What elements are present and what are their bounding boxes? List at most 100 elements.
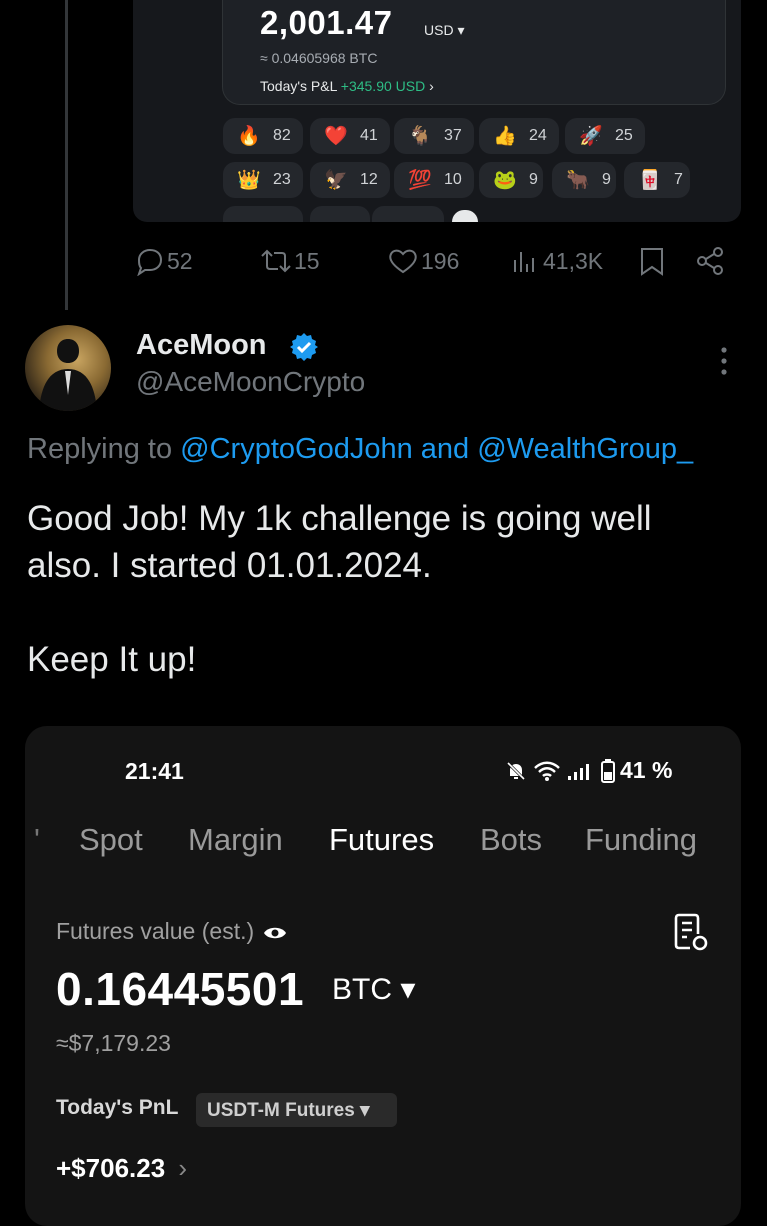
reaction-count: 23 — [273, 171, 291, 188]
reaction-count: 10 — [444, 171, 462, 188]
reply-icon — [137, 248, 163, 276]
avatar[interactable] — [25, 325, 111, 411]
reaction-chip-partial — [372, 206, 444, 222]
repost-icon — [261, 249, 291, 273]
thread-line — [65, 0, 68, 310]
replying-to: Replying to @CryptoGodJohn and @WealthGr… — [27, 433, 693, 466]
quoted-pnl-value: +345.90 USD — [340, 78, 426, 94]
bookmark-button[interactable] — [638, 246, 666, 276]
signal-icon — [568, 763, 589, 780]
tab-margin[interactable]: Margin — [188, 822, 283, 858]
reaction-chip[interactable]: 🐸 9 — [479, 162, 543, 198]
repost-count: 15 — [294, 247, 320, 274]
tweet-text-line: also. I started 01.01.2024. — [27, 546, 432, 585]
records-icon[interactable] — [672, 912, 710, 952]
share-button[interactable] — [694, 246, 726, 276]
quoted-pnl-row: Today's P&L +345.90 USD › — [260, 78, 434, 94]
repost-button[interactable]: 15 — [258, 246, 320, 276]
reaction-chip[interactable]: 🔥 82 — [223, 118, 303, 154]
reaction-count: 9 — [529, 171, 538, 188]
futures-unit-selector[interactable]: BTC ▾ — [332, 972, 415, 1007]
hundred-icon: 💯 — [408, 170, 432, 191]
replying-and: and — [412, 433, 478, 465]
like-button[interactable]: 196 — [387, 246, 459, 276]
quoted-balance-btc: ≈ 0.04605968 BTC — [260, 50, 378, 66]
reaction-count: 9 — [602, 171, 611, 188]
frog-icon: 🐸 — [493, 170, 517, 191]
share-icon — [697, 247, 723, 275]
reaction-chip[interactable]: 🚀 25 — [565, 118, 645, 154]
fire-icon: 🔥 — [237, 126, 261, 147]
views-icon — [514, 252, 534, 272]
thumbs-up-icon: 👍 — [493, 126, 517, 147]
heart-outline-icon — [389, 249, 417, 274]
pnl-value[interactable]: +$706.23 › — [56, 1153, 187, 1184]
mention-link[interactable]: @CryptoGodJohn — [180, 433, 413, 465]
reaction-chip[interactable]: ❤️ 41 — [310, 118, 390, 154]
rocket-icon: 🚀 — [579, 126, 603, 147]
reaction-chip[interactable]: 👍 24 — [479, 118, 559, 154]
pnl-filter-dropdown[interactable]: USDT-M Futures ▾ — [196, 1093, 397, 1127]
reaction-count: 82 — [273, 127, 291, 144]
goat-icon: 🐐 — [408, 126, 432, 147]
heart-icon: ❤️ — [324, 126, 348, 147]
like-count: 196 — [421, 247, 460, 274]
more-options-icon[interactable] — [714, 345, 734, 377]
reaction-chip[interactable]: 💯 10 — [394, 162, 474, 198]
mute-icon — [506, 761, 526, 780]
reaction-chip-partial — [310, 206, 370, 222]
verified-badge-icon — [290, 333, 318, 361]
tweet-text-line: Good Job! My 1k challenge is going well — [27, 499, 652, 538]
tab-spot[interactable]: Spot — [79, 822, 143, 858]
quoted-balance-amount: 2,001.47 — [260, 4, 393, 41]
replying-prefix: Replying to — [27, 433, 181, 465]
reply-count: 52 — [167, 247, 193, 274]
reaction-count: 37 — [444, 127, 462, 144]
reaction-chip[interactable]: 👑 23 — [223, 162, 303, 198]
reaction-chip[interactable]: 🐐 37 — [394, 118, 474, 154]
bull-icon: 🐂 — [566, 170, 590, 191]
tab-bots[interactable]: Bots — [480, 822, 542, 858]
tab-futures[interactable]: Futures — [329, 822, 434, 858]
reaction-chip-partial — [223, 206, 303, 222]
reaction-chip[interactable]: 🦅 12 — [310, 162, 390, 198]
futures-value-label: Futures value (est.) — [56, 918, 287, 945]
tab-partial[interactable]: ' — [34, 822, 40, 858]
battery-icon — [601, 758, 615, 783]
tweet-text-line: Keep It up! — [27, 640, 197, 679]
reply-button[interactable]: 52 — [133, 246, 193, 276]
quoted-balance-unit: USD ▾ — [424, 22, 465, 38]
futures-value-usd: ≈$7,179.23 — [56, 1030, 171, 1056]
reaction-count: 25 — [615, 127, 633, 144]
display-name[interactable]: AceMoon — [136, 329, 267, 362]
bookmark-icon — [641, 248, 663, 276]
tab-funding[interactable]: Funding — [585, 822, 697, 858]
pnl-value-text: +$706.23 — [56, 1153, 166, 1183]
futures-value-label-text: Futures value (est.) — [56, 918, 255, 944]
views-button[interactable]: 41,3K — [509, 246, 603, 276]
eye-icon[interactable] — [263, 925, 287, 941]
reaction-count: 12 — [360, 171, 378, 188]
reaction-chip[interactable]: 🐂 9 — [552, 162, 616, 198]
reaction-count: 41 — [360, 127, 378, 144]
quoted-pnl-label: Today's P&L — [260, 78, 337, 94]
status-icons: 41 % — [504, 757, 672, 784]
reaction-count: 7 — [674, 171, 683, 188]
mention-link[interactable]: @WealthGroup_ — [477, 433, 693, 465]
chevron-right-icon: › — [178, 1153, 188, 1183]
user-handle[interactable]: @AceMoonCrypto — [136, 366, 365, 398]
avatar-silhouette — [39, 339, 97, 411]
tweet-text: Good Job! My 1k challenge is going well … — [27, 495, 747, 683]
pnl-label: Today's PnL — [56, 1096, 179, 1119]
status-time: 21:41 — [125, 758, 184, 784]
reaction-count: 24 — [529, 127, 547, 144]
wifi-icon — [534, 761, 560, 781]
sticker-icon: 🀄 — [638, 170, 662, 191]
futures-value: 0.16445501 — [56, 963, 305, 1015]
crown-icon: 👑 — [237, 170, 261, 191]
chevron-right-icon: › — [429, 78, 434, 94]
battery-percent: 41 % — [620, 757, 673, 783]
eagle-icon: 🦅 — [324, 170, 348, 191]
reaction-chip[interactable]: 🀄 7 — [624, 162, 690, 198]
views-count: 41,3K — [543, 247, 604, 274]
